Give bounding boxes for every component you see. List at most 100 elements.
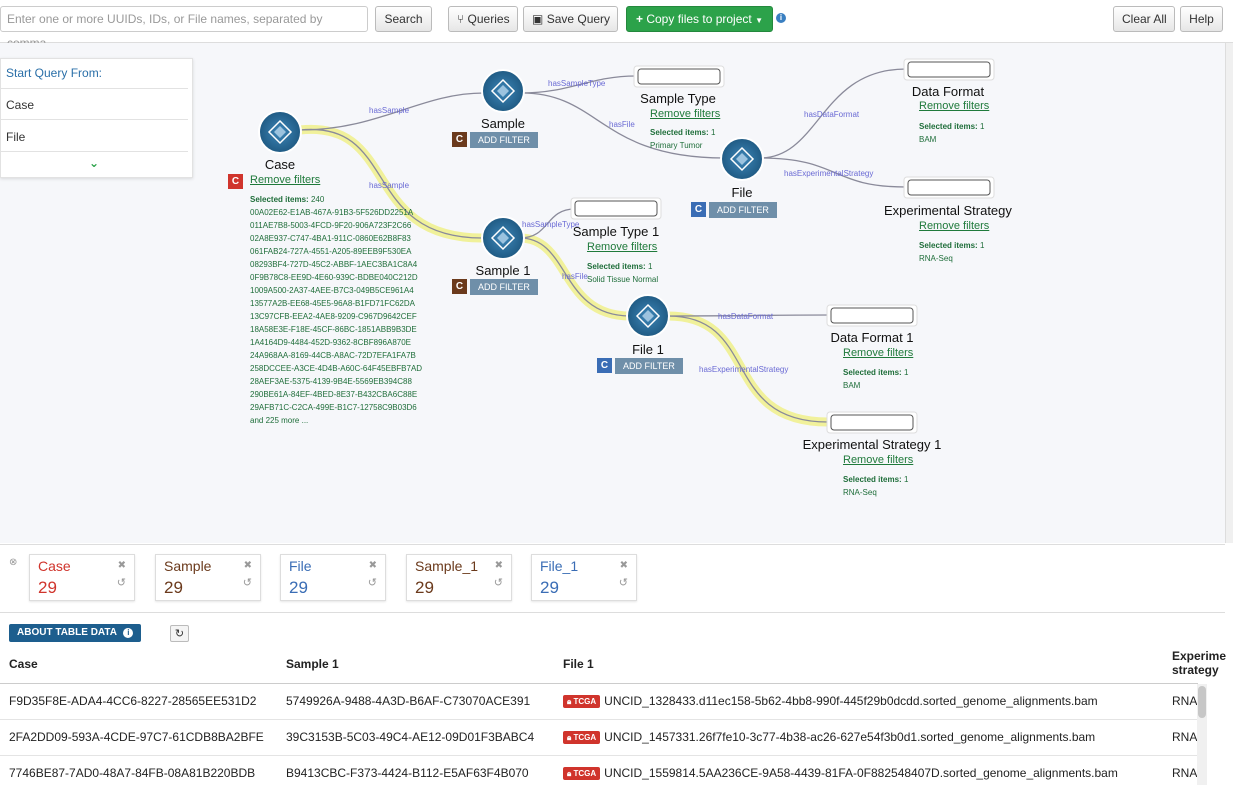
node-sample-label[interactable]: Sample (473, 116, 533, 131)
tcga-tag: TCGA (573, 733, 597, 743)
summary-card-case[interactable]: Case 29 ✖ ↺ (29, 554, 135, 601)
file1-add-filter-button[interactable]: ADD FILTER (615, 358, 683, 374)
close-icon[interactable]: ✖ (244, 560, 252, 571)
reset-icon[interactable]: ↺ (243, 576, 252, 589)
reset-icon[interactable]: ↺ (494, 576, 503, 589)
close-icon[interactable]: ✖ (369, 560, 377, 571)
exp-strategy-label: Experimental Strategy (884, 203, 1012, 218)
column-header-experimental-strategy-1[interactable]: Experime strategy (1172, 649, 1226, 677)
file-name[interactable]: UNCID_1559814.5AA236CE-9A58-4439-81FA-0F… (604, 766, 1118, 780)
sample-type1-remove-filters-link[interactable]: Remove filters (587, 241, 657, 253)
node-case-label[interactable]: Case (262, 157, 298, 172)
cell-sample: 39C3153B-5C03-49C4-AE12-09D01F3BABC4 (286, 730, 535, 744)
sample1-add-filter-button[interactable]: ADD FILTER (470, 279, 538, 295)
start-query-panel: Start Query From: Case File ⌄ (0, 58, 193, 178)
reset-icon[interactable]: ↺ (619, 576, 628, 589)
cell-strategy: RNA (1172, 766, 1198, 780)
sample-type1-label: Sample Type 1 (572, 224, 660, 239)
data-format1-remove-filters-link[interactable]: Remove filters (843, 347, 913, 359)
exp-strategy-remove-filters-link[interactable]: Remove filters (919, 220, 989, 232)
divider (0, 544, 1225, 545)
file-name[interactable]: UNCID_1328433.d11ec158-5b62-4bb8-990f-44… (604, 694, 1097, 708)
tcga-tag: TCGA (573, 697, 597, 707)
case-item: 0F9B78C8-EE9D-4E60-939C-BDBE040C212D (250, 273, 418, 282)
card-name: Sample_1 (415, 558, 479, 574)
reset-icon[interactable]: ↺ (117, 576, 126, 589)
cell-file: 🔒︎ TCGA UNCID_1559814.5AA236CE-9A58-4439-… (563, 766, 1118, 781)
cell-case: 2FA2DD09-593A-4CDE-97C7-61CDB8BA2BFE (9, 730, 264, 744)
exp-strategy1-remove-filters-link[interactable]: Remove filters (843, 454, 913, 466)
lock-icon: 🔒︎ (567, 733, 572, 743)
case-item: 1A4164D9-4484-452D-9362-8CBF896A870E (250, 338, 411, 347)
node-file1-label[interactable]: File 1 (623, 342, 673, 357)
card-name: File (289, 558, 312, 574)
sample-type-remove-filters-link[interactable]: Remove filters (650, 108, 720, 120)
case-item: 24A968AA-8169-44CB-A8AC-72D7EFA1FA7B (250, 351, 416, 360)
node-sample1-label[interactable]: Sample 1 (470, 263, 536, 278)
divider (1, 119, 188, 120)
data-format1-selected: Selected items: 1 BAM (843, 366, 908, 392)
close-icon[interactable]: ✖ (118, 560, 126, 571)
summary-card-sample-1[interactable]: Sample_1 29 ✖ ↺ (406, 554, 512, 601)
refresh-icon[interactable]: ↻ (170, 625, 189, 642)
selected-value: Primary Tumor (650, 141, 703, 150)
edge-label-hassample-2: hasSample (369, 181, 410, 190)
case-selected-title: Selected items: (250, 195, 309, 204)
column-header-case[interactable]: Case (9, 657, 38, 671)
sample-add-filter-button[interactable]: ADD FILTER (470, 132, 538, 148)
case-more-link[interactable]: and 225 more ... (250, 414, 422, 427)
row-divider (0, 719, 1198, 720)
divider (1, 88, 188, 89)
card-name: File_1 (540, 558, 579, 574)
start-from-case[interactable]: Case (6, 98, 34, 112)
summary-card-sample[interactable]: Sample 29 ✖ ↺ (155, 554, 261, 601)
column-header-line: strategy (1172, 663, 1219, 677)
cell-strategy: RNA (1172, 730, 1198, 744)
summary-card-file[interactable]: File 29 ✖ ↺ (280, 554, 386, 601)
data-format-remove-filters-link[interactable]: Remove filters (919, 100, 989, 112)
node-file1-icon (626, 294, 670, 338)
selected-title: Selected items: (587, 262, 646, 271)
close-circle-icon[interactable]: ⊗ (9, 557, 17, 568)
card-count: 29 (38, 578, 57, 597)
divider (1, 151, 188, 152)
selected-value: Solid Tissue Normal (587, 275, 659, 284)
node-case-icon (258, 110, 302, 154)
lock-icon: 🔒︎ (567, 769, 572, 779)
reset-icon[interactable]: ↺ (368, 576, 377, 589)
file-add-filter-button[interactable]: ADD FILTER (709, 202, 777, 218)
node-sample1-icon (481, 216, 525, 260)
selected-value: RNA-Seq (843, 488, 877, 497)
node-sample-icon (481, 69, 525, 113)
case-remove-filters-link[interactable]: Remove filters (250, 174, 320, 186)
chevron-down-icon[interactable]: ⌄ (89, 156, 99, 170)
edge-label-hasfile-2: hasFile (562, 272, 588, 281)
table-scrollbar-thumb[interactable] (1198, 686, 1206, 718)
node-file-label[interactable]: File (722, 185, 762, 200)
case-item: 258DCCEE-A3CE-4D4B-A60C-64F45EBFB7AD (250, 364, 423, 373)
exp-strategy1-label: Experimental Strategy 1 (802, 437, 942, 452)
summary-card-file-1[interactable]: File_1 29 ✖ ↺ (531, 554, 637, 601)
column-header-sample-1[interactable]: Sample 1 (286, 657, 339, 671)
case-item: 1009A500-2A37-4AEE-B7C3-049B5CE961A4 (250, 286, 414, 295)
case-item: 290BE61A-84EF-4BED-8E37-B432CBA6C88E (250, 390, 418, 399)
edge-label-hasfile: hasFile (609, 120, 635, 129)
tcga-badge: 🔒︎ TCGA (563, 695, 601, 709)
file-name[interactable]: UNCID_1457331.26f7fe10-3c77-4b38-ac26-62… (604, 730, 1095, 744)
case-item: 08293BF4-727D-45C2-ABBF-1AEC3BA1C8A4 (250, 260, 418, 269)
info-icon: i (123, 628, 134, 638)
case-item: 02A8E937-C747-4BA1-911C-0860E62B8F83 (250, 234, 411, 243)
sample-type-label: Sample Type (640, 91, 716, 106)
tcga-tag: TCGA (573, 769, 597, 779)
sample1-badge: C (452, 279, 467, 294)
file1-badge: C (597, 358, 612, 373)
column-header-file-1[interactable]: File 1 (563, 657, 594, 671)
close-icon[interactable]: ✖ (620, 560, 628, 571)
cell-case: F9D35F8E-ADA4-4CC6-8227-28565EE531D2 (9, 694, 257, 708)
cell-sample: B9413CBC-F373-4424-B112-E5AF63F4B070 (286, 766, 529, 780)
about-table-data-button[interactable]: ABOUT TABLE DATA i (9, 624, 142, 642)
start-from-file[interactable]: File (6, 130, 25, 144)
close-icon[interactable]: ✖ (495, 560, 503, 571)
exp-strategy1-selected: Selected items: 1 RNA-Seq (843, 473, 908, 499)
case-item: 00A02E62-E1AB-467A-91B3-5F526DD2251A (250, 208, 414, 217)
